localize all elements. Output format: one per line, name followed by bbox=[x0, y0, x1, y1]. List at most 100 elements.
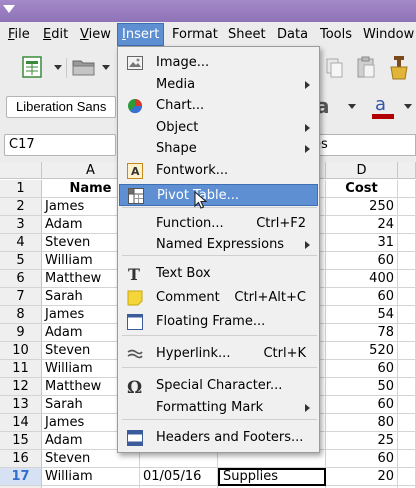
menu-item-chart[interactable]: Chart... bbox=[119, 95, 318, 117]
menu-item-text-box[interactable]: T Text Box bbox=[119, 263, 318, 285]
clone-formatting-icon[interactable] bbox=[388, 54, 410, 80]
cell-empty[interactable] bbox=[398, 468, 416, 486]
menu-item-label: Formatting Mark bbox=[156, 400, 264, 415]
cell-cost[interactable]: 60 bbox=[326, 252, 398, 270]
menu-item-function[interactable]: Function... Ctrl+F2 bbox=[119, 213, 318, 235]
copy-icon[interactable] bbox=[326, 58, 344, 78]
menu-insert[interactable]: Insert bbox=[117, 23, 165, 46]
menu-item-special-character[interactable]: Ω Special Character... bbox=[119, 375, 318, 398]
font-name-box[interactable]: Liberation Sans bbox=[6, 96, 116, 118]
cell-cost[interactable]: 400 bbox=[326, 270, 398, 288]
column-header-e[interactable] bbox=[398, 162, 416, 179]
row-header[interactable]: 10 bbox=[0, 342, 42, 360]
cell-date[interactable]: 01/05/16 bbox=[140, 468, 218, 486]
menu-item-headers-and-footers[interactable]: Headers and Footers... bbox=[119, 427, 318, 449]
menu-item-fontwork[interactable]: A Fontwork... bbox=[119, 160, 318, 182]
menu-window[interactable]: Window bbox=[363, 26, 414, 44]
row-header[interactable]: 17 bbox=[0, 468, 42, 486]
new-dropdown-icon[interactable] bbox=[54, 65, 62, 70]
row-header[interactable]: 6 bbox=[0, 270, 42, 288]
cell-cost[interactable]: 78 bbox=[326, 324, 398, 342]
open-folder-icon[interactable] bbox=[72, 58, 96, 76]
menu-data[interactable]: Data bbox=[277, 26, 308, 44]
font-size-dropdown-icon[interactable] bbox=[348, 104, 356, 109]
paste-icon[interactable] bbox=[356, 56, 376, 78]
cell-empty[interactable] bbox=[398, 306, 416, 324]
row-header[interactable]: 2 bbox=[0, 198, 42, 216]
cell-cost[interactable]: 50 bbox=[326, 378, 398, 396]
cell-empty[interactable] bbox=[398, 270, 416, 288]
menu-item-formatting-mark[interactable]: Formatting Mark bbox=[119, 397, 318, 419]
menu-item-label: Special Character... bbox=[156, 378, 283, 393]
cell-empty[interactable] bbox=[398, 414, 416, 432]
cell-empty[interactable] bbox=[398, 396, 416, 414]
cell-empty[interactable] bbox=[398, 342, 416, 360]
cell-cost[interactable]: 60 bbox=[326, 360, 398, 378]
cell-cost[interactable]: 20 bbox=[326, 468, 398, 486]
cell-empty[interactable] bbox=[398, 198, 416, 216]
cell-cost[interactable]: 31 bbox=[326, 234, 398, 252]
cell-empty[interactable] bbox=[398, 378, 416, 396]
cell-empty[interactable] bbox=[398, 450, 416, 468]
row-header[interactable]: 15 bbox=[0, 432, 42, 450]
cell-name[interactable]: William bbox=[42, 468, 140, 486]
row-header[interactable]: 9 bbox=[0, 324, 42, 342]
menu-item-object[interactable]: Object bbox=[119, 117, 318, 139]
menu-sheet[interactable]: Sheet bbox=[228, 26, 266, 44]
menu-item-hyperlink[interactable]: Hyperlink... Ctrl+K bbox=[119, 343, 318, 365]
cell-cost[interactable]: 80 bbox=[326, 414, 398, 432]
special-character-icon: Ω bbox=[127, 378, 143, 398]
cell-cost[interactable]: 60 bbox=[326, 288, 398, 306]
menu-item-floating-frame[interactable]: Floating Frame... bbox=[119, 311, 318, 333]
menu-format[interactable]: Format bbox=[172, 26, 218, 44]
menu-separator bbox=[122, 335, 317, 336]
name-box[interactable]: C17 bbox=[4, 134, 116, 156]
cell-cost[interactable]: 25 bbox=[326, 432, 398, 450]
cell-cost[interactable]: 250 bbox=[326, 198, 398, 216]
cell-empty[interactable] bbox=[398, 216, 416, 234]
new-spreadsheet-icon[interactable] bbox=[22, 56, 42, 78]
row-header[interactable]: 7 bbox=[0, 288, 42, 306]
row-header[interactable]: 13 bbox=[0, 396, 42, 414]
font-color-icon[interactable]: a bbox=[370, 93, 396, 121]
window-menu-icon[interactable] bbox=[3, 5, 15, 13]
font-color-dropdown-icon[interactable] bbox=[404, 104, 412, 109]
menu-item-named-expressions[interactable]: Named Expressions bbox=[119, 234, 318, 256]
menu-view[interactable]: View bbox=[80, 26, 111, 44]
cell-cost[interactable]: 54 bbox=[326, 306, 398, 324]
formula-input[interactable]: es bbox=[308, 134, 416, 156]
row-header[interactable]: 16 bbox=[0, 450, 42, 468]
menu-tools[interactable]: Tools bbox=[320, 26, 352, 44]
cell-empty[interactable] bbox=[398, 288, 416, 306]
cell-cost[interactable]: 60 bbox=[326, 450, 398, 468]
menu-edit[interactable]: Edit bbox=[43, 26, 68, 44]
cell-empty[interactable] bbox=[398, 234, 416, 252]
row-header[interactable]: 14 bbox=[0, 414, 42, 432]
menu-item-shape[interactable]: Shape bbox=[119, 138, 318, 160]
cell-cost[interactable]: 24 bbox=[326, 216, 398, 234]
row-header[interactable]: 5 bbox=[0, 252, 42, 270]
row-header[interactable]: 12 bbox=[0, 378, 42, 396]
row-header[interactable]: 1 bbox=[0, 180, 42, 198]
open-dropdown-icon[interactable] bbox=[102, 65, 110, 70]
row-header[interactable]: 8 bbox=[0, 306, 42, 324]
cell-empty[interactable] bbox=[398, 180, 416, 198]
cell-empty[interactable] bbox=[398, 252, 416, 270]
cell-empty[interactable] bbox=[398, 324, 416, 342]
cell-cost[interactable]: Cost bbox=[326, 180, 398, 198]
select-all-corner[interactable] bbox=[0, 162, 42, 179]
row-header[interactable]: 11 bbox=[0, 360, 42, 378]
cell-cost[interactable]: 60 bbox=[326, 396, 398, 414]
row-header[interactable]: 3 bbox=[0, 216, 42, 234]
row-header[interactable]: 4 bbox=[0, 234, 42, 252]
cell-cost[interactable]: 520 bbox=[326, 342, 398, 360]
menu-item-image[interactable]: Image... bbox=[119, 52, 318, 74]
menu-file[interactable]: File bbox=[8, 26, 30, 44]
cell-category[interactable]: Supplies bbox=[218, 468, 326, 486]
cell-empty[interactable] bbox=[398, 432, 416, 450]
menu-item-comment[interactable]: Comment Ctrl+Alt+C bbox=[119, 287, 318, 309]
menu-item-media[interactable]: Media bbox=[119, 74, 318, 96]
cell-empty[interactable] bbox=[398, 360, 416, 378]
menu-item-pivot-table[interactable]: Pivot Table... bbox=[119, 184, 318, 206]
column-header-d[interactable]: D bbox=[326, 162, 398, 179]
